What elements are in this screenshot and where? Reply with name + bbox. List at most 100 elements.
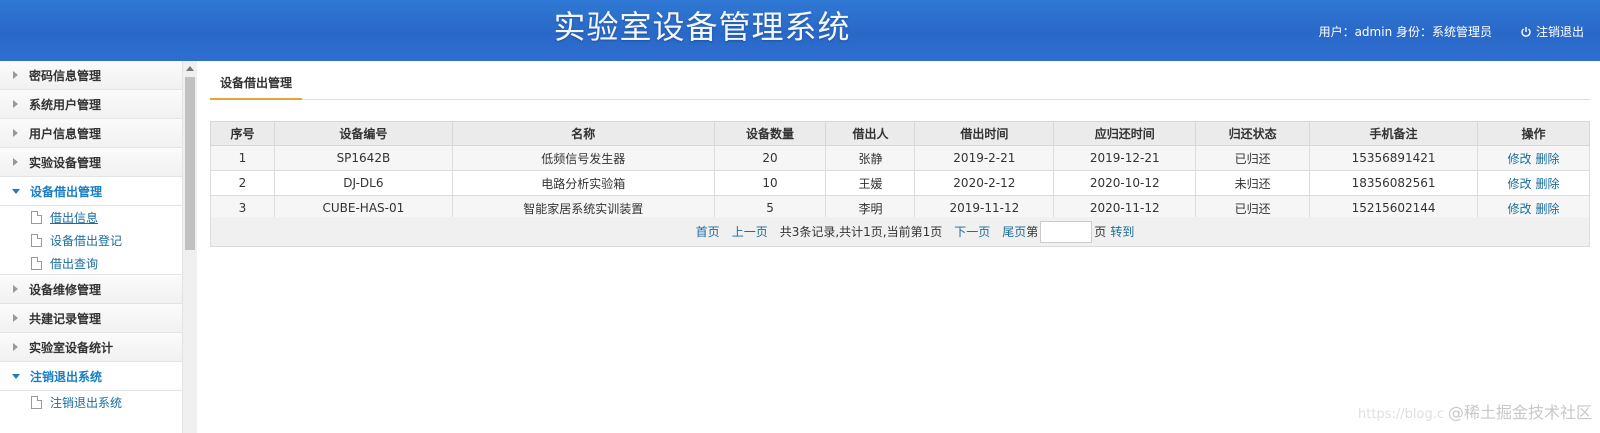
delete-link[interactable]: 删除 [1536, 152, 1560, 166]
chevron-right-icon [13, 100, 18, 108]
column-header: 借出时间 [914, 121, 1055, 146]
edit-link[interactable]: 修改 [1507, 177, 1531, 191]
watermark: https://blog.c @稀土掘金技术社区 [1358, 399, 1592, 423]
sidebar-item-user-info[interactable]: 用户信息管理 [0, 119, 182, 148]
page-number-input[interactable] [1040, 220, 1093, 243]
sidebar-item-label: 实验室设备统计 [29, 340, 114, 355]
document-icon [31, 211, 42, 224]
app-title: 实验室设备管理系统 [553, 8, 851, 46]
table-cell: 10 [713, 170, 827, 196]
table-cell: 1 [210, 145, 275, 171]
pagination-bar: 首页 上一页 共3条记录,共计1页,当前第1页 下一页 尾页 第 页 转到 [210, 217, 1590, 247]
sidebar-item-label: 系统用户管理 [29, 97, 102, 112]
document-icon [31, 396, 42, 409]
sidebar-item-co-build[interactable]: 共建记录管理 [0, 304, 182, 333]
sidebar-item-label: 用户信息管理 [29, 126, 102, 141]
document-icon [31, 234, 42, 247]
table-cell: 2 [210, 170, 275, 196]
power-icon [1521, 26, 1531, 37]
chevron-down-icon [12, 188, 20, 194]
scroll-up-arrow-icon[interactable] [186, 66, 194, 71]
edit-link[interactable]: 修改 [1507, 152, 1531, 166]
pagination-info: 共3条记录,共计1页,当前第1页 [779, 225, 943, 239]
table-cell-actions: 修改 删除 [1477, 170, 1590, 196]
sidebar-subitem-label: 注销退出系统 [50, 396, 123, 410]
sidebar-subitem-lending-query[interactable]: 借出查询 [0, 252, 182, 275]
prev-page-link[interactable]: 上一页 [732, 223, 768, 240]
delete-link[interactable]: 删除 [1536, 202, 1560, 216]
table-row: 2 DJ-DL6 电路分析实验箱 10 王媛 2020-2-12 2020-10… [210, 170, 1590, 196]
table-cell-actions: 修改 删除 [1477, 145, 1590, 171]
column-header: 借出人 [825, 121, 916, 146]
column-header: 设备数量 [713, 121, 827, 146]
logout-button[interactable]: 注销退出 [1520, 23, 1584, 40]
tab-bar: 设备借出管理 [210, 61, 1590, 100]
lending-table: 序号 设备编号 名称 设备数量 借出人 借出时间 应归还时间 归还状态 手机备注… [210, 121, 1590, 221]
sidebar-item-equipment[interactable]: 实验设备管理 [0, 148, 182, 177]
sidebar-item-label: 注销退出系统 [30, 369, 103, 384]
chevron-right-icon [13, 285, 18, 293]
sidebar-item-statistics[interactable]: 实验室设备统计 [0, 333, 182, 362]
tab-lending-management[interactable]: 设备借出管理 [210, 74, 303, 100]
sidebar-item-label: 共建记录管理 [29, 311, 102, 326]
sidebar: 密码信息管理 系统用户管理 用户信息管理 实验设备管理 设备借出管理 借出信息 … [0, 61, 183, 433]
table-cell: 2020-2-12 [914, 170, 1055, 196]
table-cell: 张静 [825, 145, 916, 171]
table-cell: 20 [713, 145, 827, 171]
chevron-right-icon [13, 314, 18, 322]
chevron-down-icon [12, 373, 20, 379]
page-suffix: 页 [1094, 225, 1107, 239]
table-cell: 15356891421 [1309, 145, 1479, 171]
column-header: 应归还时间 [1053, 121, 1197, 146]
delete-link[interactable]: 删除 [1536, 177, 1560, 191]
sidebar-subitem-lending-info[interactable]: 借出信息 [0, 206, 182, 229]
chevron-right-icon [13, 343, 18, 351]
watermark-text: @稀土掘金技术社区 [1447, 403, 1592, 422]
sidebar-item-maintenance[interactable]: 设备维修管理 [0, 275, 182, 304]
app-header: 实验室设备管理系统 用户：admin 身份：系统管理员 注销退出 [0, 0, 1600, 61]
first-page-link[interactable]: 首页 [696, 223, 720, 240]
watermark-url: https://blog.c [1358, 407, 1444, 422]
table-cell: 已归还 [1195, 145, 1311, 171]
column-header: 序号 [210, 121, 275, 146]
column-header: 手机备注 [1309, 121, 1479, 146]
table-cell: 王媛 [825, 170, 916, 196]
column-header: 名称 [451, 121, 715, 146]
table-cell: 低频信号发生器 [451, 145, 715, 171]
table-cell: SP1642B [273, 145, 453, 171]
sidebar-item-label: 设备维修管理 [29, 282, 102, 297]
sidebar-item-logout[interactable]: 注销退出系统 [0, 362, 182, 391]
table-cell: 2020-10-12 [1053, 170, 1197, 196]
sidebar-item-password[interactable]: 密码信息管理 [0, 61, 182, 90]
chevron-right-icon [13, 158, 18, 166]
sidebar-subitem-label: 借出信息 [50, 211, 99, 225]
last-page-link[interactable]: 尾页 [1002, 223, 1026, 240]
sidebar-item-lending[interactable]: 设备借出管理 [0, 177, 182, 206]
chevron-right-icon [13, 71, 18, 79]
table-cell: 18356082561 [1309, 170, 1479, 196]
sidebar-item-label: 实验设备管理 [29, 155, 102, 170]
sidebar-item-system-users[interactable]: 系统用户管理 [0, 90, 182, 119]
page-prefix: 第 [1026, 225, 1039, 239]
column-header: 操作 [1477, 121, 1590, 146]
sidebar-subitem-logout[interactable]: 注销退出系统 [0, 391, 182, 414]
sidebar-scrollbar[interactable] [183, 61, 197, 433]
edit-link[interactable]: 修改 [1507, 202, 1531, 216]
logout-label: 注销退出 [1535, 25, 1584, 39]
next-page-link[interactable]: 下一页 [954, 223, 990, 240]
go-to-page-link[interactable]: 转到 [1110, 223, 1134, 240]
document-icon [31, 256, 42, 270]
column-header: 设备编号 [273, 121, 453, 146]
sidebar-item-label: 密码信息管理 [29, 68, 102, 83]
chevron-right-icon [13, 129, 18, 137]
sidebar-item-label: 设备借出管理 [30, 184, 103, 199]
table-cell: 电路分析实验箱 [451, 170, 715, 196]
sidebar-subitem-label: 借出查询 [50, 256, 99, 271]
main-content: 设备借出管理 序号 设备编号 名称 设备数量 借出人 借出时间 应归还时间 归还… [210, 61, 1590, 247]
table-header-row: 序号 设备编号 名称 设备数量 借出人 借出时间 应归还时间 归还状态 手机备注… [210, 121, 1590, 146]
table-row: 1 SP1642B 低频信号发生器 20 张静 2019-2-21 2019-1… [210, 145, 1590, 171]
user-info: 用户：admin 身份：系统管理员 [1318, 25, 1492, 39]
scrollbar-thumb[interactable] [185, 77, 195, 250]
sidebar-subitem-lending-register[interactable]: 设备借出登记 [0, 229, 182, 252]
table-cell: 2019-2-21 [914, 145, 1055, 171]
